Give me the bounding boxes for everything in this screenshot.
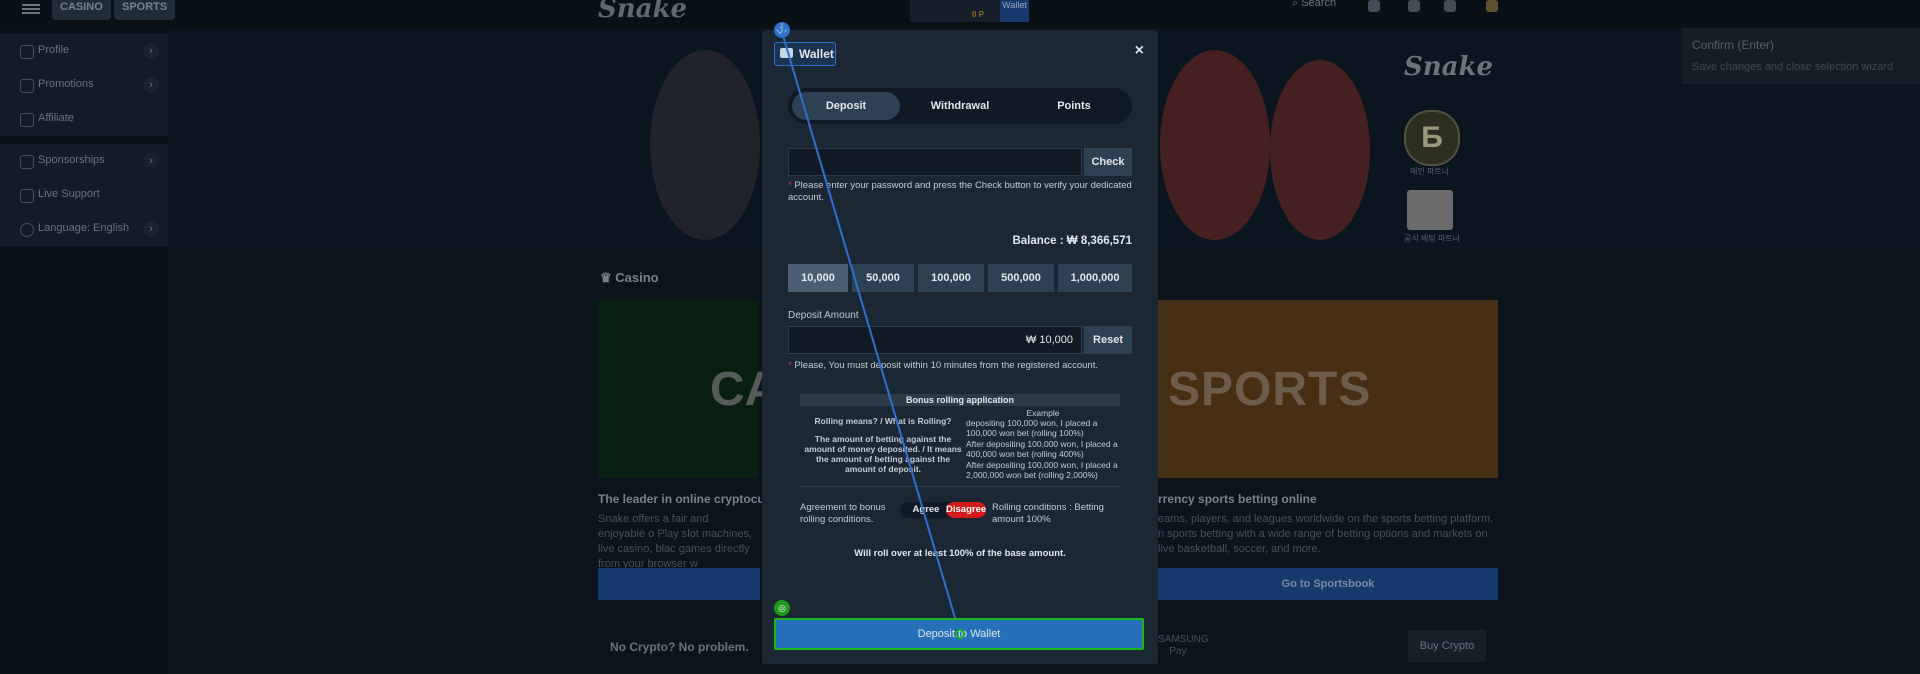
amount-button-50000[interactable]: 50,000: [852, 264, 914, 292]
amount-button-500000[interactable]: 500,000: [988, 264, 1054, 292]
divider: [800, 486, 1120, 487]
example-3: After depositing 100,000 won, I placed a…: [966, 460, 1118, 480]
deposit-note: * Please, You must deposit within 10 min…: [788, 360, 1098, 371]
rolling-definition: The amount of betting against the amount…: [804, 434, 962, 474]
tab-points[interactable]: Points: [1020, 92, 1128, 120]
agreement-label: Agreement to bonus rolling conditions.: [800, 502, 886, 525]
anchor-icon: ⚓: [774, 22, 790, 38]
amount-button-1000000[interactable]: 1,000,000: [1058, 264, 1132, 292]
deposit-to-wallet-button[interactable]: Deposit to Wallet: [774, 618, 1144, 650]
modal-title: Wallet: [799, 47, 834, 61]
rolling-explanation: Rolling means? / What is Rolling? The am…: [804, 416, 962, 474]
close-icon[interactable]: ×: [1135, 42, 1144, 60]
amount-button-10000[interactable]: 10,000: [788, 264, 848, 292]
example-1: depositing 100,000 won, I placed a 100,0…: [966, 418, 1098, 438]
target-icon: ◎: [774, 600, 790, 616]
rollover-note: Will roll over at least 100% of the base…: [854, 548, 1066, 559]
wallet-modal: Wallet ⚓ × Deposit Withdrawal Points Che…: [762, 22, 1158, 664]
tab-withdrawal[interactable]: Withdrawal: [906, 92, 1014, 120]
wallet-tabs: Deposit Withdrawal Points: [788, 88, 1132, 124]
deposit-amount-label: Deposit Amount: [788, 310, 859, 321]
deposit-amount-input[interactable]: ₩ 10,000: [788, 326, 1082, 354]
wallet-title-chip: Wallet: [774, 42, 836, 66]
reset-button[interactable]: Reset: [1084, 326, 1132, 354]
rolling-question: Rolling means? / What is Rolling?: [814, 416, 952, 426]
tab-deposit[interactable]: Deposit: [792, 92, 900, 120]
amount-button-100000[interactable]: 100,000: [918, 264, 984, 292]
password-input[interactable]: [788, 148, 1082, 176]
balance-display: Balance : ₩ 8,366,571: [1012, 235, 1132, 247]
example-title: Example: [1026, 408, 1060, 418]
agree-option[interactable]: Agree: [904, 502, 948, 518]
wallet-icon: [780, 48, 793, 58]
example-2: After depositing 100,000 won, I placed a…: [966, 439, 1118, 459]
disagree-option[interactable]: Disagree: [946, 502, 986, 518]
bonus-title: Bonus rolling application: [800, 394, 1120, 406]
check-button[interactable]: Check: [1084, 148, 1132, 176]
rolling-conditions: Rolling conditions : Betting amount 100%: [992, 502, 1104, 525]
rolling-examples: Example depositing 100,000 won, I placed…: [966, 408, 1120, 480]
agreement-toggle: Agree Disagree: [900, 502, 986, 518]
password-note: * Please enter your password and press t…: [788, 180, 1132, 203]
